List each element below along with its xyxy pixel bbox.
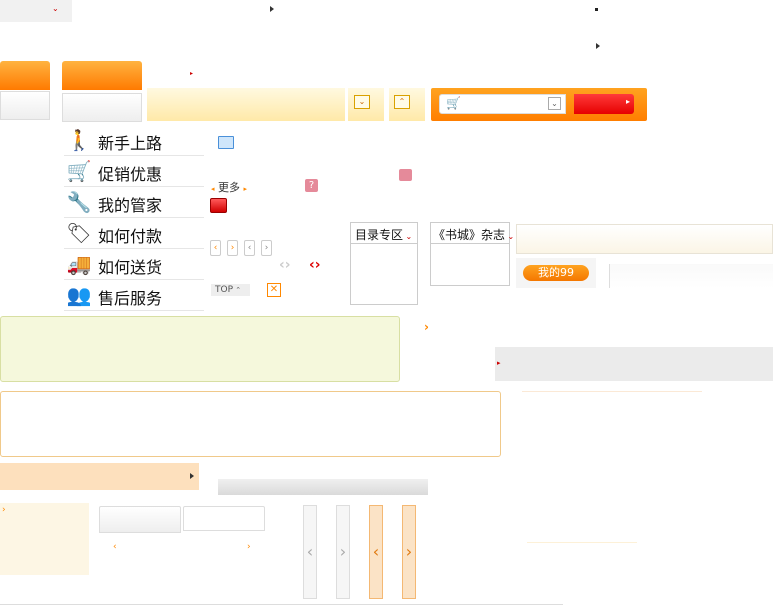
bookstore-dropdown[interactable]: 《书城》杂志 ⌄ — [431, 223, 514, 244]
scroll-left-button-active[interactable]: ‹ — [369, 505, 383, 599]
prev-button-grey[interactable]: ‹ — [244, 240, 255, 256]
category-bar — [147, 88, 345, 121]
next-button[interactable]: › — [227, 240, 238, 256]
content-box — [0, 391, 501, 457]
section-header-bar — [0, 463, 199, 490]
arrow-right-icon: › — [2, 505, 6, 515]
catalog-zone-dropdown[interactable]: 目录专区 ⌄ — [351, 223, 417, 244]
help-menu-label: 新手上路 — [98, 134, 163, 153]
chevron-up-icon: ⌃ — [233, 286, 242, 294]
scroll-left-button[interactable]: ‹ — [303, 505, 317, 599]
chevron-up-icon[interactable]: ⌃ — [394, 95, 410, 109]
monitor-icon[interactable] — [218, 136, 234, 149]
help-menu-label: 如何送货 — [98, 258, 163, 277]
nav-tab-wide[interactable] — [62, 93, 142, 122]
footer-divider — [0, 604, 563, 605]
help-menu-label: 如何付款 — [98, 227, 163, 246]
customer-service-icon: 👥 — [66, 283, 92, 307]
arrow-right-icon: ▸ — [190, 70, 194, 77]
nav-tab-active[interactable] — [0, 61, 50, 90]
chevron-down-icon[interactable]: ⌄ — [354, 95, 370, 109]
divider — [527, 542, 637, 543]
tab[interactable] — [183, 506, 265, 531]
chat-bubble-icon[interactable] — [399, 169, 412, 181]
arrow-right-icon: ▸ — [243, 185, 248, 193]
grey-header-bar — [495, 347, 773, 381]
shopping-cart-icon: 🛒 — [66, 159, 92, 183]
chevron-down-icon: ⌄ — [403, 232, 413, 241]
close-icon[interactable]: ✕ — [267, 283, 281, 297]
more-link[interactable]: ◂ 更多 ▸ — [211, 179, 247, 195]
arrow-right-icon: ▸ — [497, 359, 501, 367]
bullet-icon — [595, 8, 598, 11]
prev-button[interactable]: ‹ — [210, 240, 221, 256]
nav-tab[interactable] — [0, 91, 50, 120]
help-menu-item[interactable]: 🚚 如何送货 — [64, 249, 204, 280]
arrow-right-icon[interactable] — [190, 473, 194, 479]
top-label: TOP — [215, 285, 234, 295]
my99-button[interactable]: 我的99 — [523, 265, 589, 281]
next-button-grey[interactable]: › — [261, 240, 272, 256]
chevron-down-icon[interactable]: ⌄ — [548, 97, 561, 110]
arrow-right-icon: ▸ — [625, 97, 630, 106]
grey-strip — [218, 479, 428, 495]
chevron-down-icon: ⌄ — [52, 4, 59, 13]
help-menu-item[interactable]: 🏷 如何付款 — [64, 218, 204, 249]
info-bar — [516, 224, 773, 254]
bookstore-panel: 《书城》杂志 ⌄ — [430, 222, 514, 286]
side-panel — [0, 503, 89, 575]
arrow-right-icon[interactable]: › — [424, 320, 429, 334]
help-menu-item[interactable]: 🛒 促销优惠 — [64, 156, 204, 187]
double-chevron-grey-icon[interactable]: ‹› — [279, 257, 291, 273]
divider — [522, 391, 702, 392]
help-menu-label: 我的管家 — [98, 196, 163, 215]
wrench-icon: 🔧 — [66, 190, 92, 214]
arrow-right-icon[interactable]: › — [247, 542, 251, 552]
my99-label: 我的99 — [538, 266, 574, 279]
search-input[interactable]: 🛒 ⌄ — [439, 94, 566, 114]
notice-box — [0, 316, 400, 382]
arrow-left-icon[interactable]: ‹ — [113, 542, 117, 552]
back-to-top-button[interactable]: TOP ⌃ — [211, 284, 250, 296]
help-menu-item[interactable]: 👥 售后服务 — [64, 280, 204, 311]
catalog-zone-panel: 目录专区 ⌄ — [350, 222, 418, 305]
walking-person-icon: 🚶 — [66, 128, 92, 152]
help-menu-label: 促销优惠 — [98, 165, 163, 184]
double-chevron-red-icon[interactable]: ‹› — [309, 257, 321, 273]
search-bar: 🛒 ⌄ ▸ — [431, 88, 647, 121]
top-dropdown[interactable]: ⌄ — [0, 0, 72, 22]
help-menu-item[interactable]: 🚶 新手上路 — [64, 125, 204, 156]
bookstore-label: 《书城》杂志 — [433, 228, 506, 242]
input-strip[interactable] — [609, 264, 773, 288]
arrow-right-icon — [270, 6, 274, 12]
arrow-right-icon — [596, 43, 600, 49]
help-menu-item[interactable]: 🔧 我的管家 — [64, 187, 204, 218]
arrow-left-icon: ◂ — [211, 185, 215, 193]
search-button[interactable]: ▸ — [574, 94, 634, 114]
nav-tab-active-wide[interactable] — [62, 61, 142, 90]
help-question-icon[interactable]: ? — [305, 179, 318, 192]
chevron-down-icon: ⌄ — [505, 232, 515, 241]
more-label: 更多 — [218, 181, 241, 194]
tab-active[interactable] — [99, 506, 181, 533]
scroll-right-button[interactable]: › — [336, 505, 350, 599]
delivery-truck-icon: 🚚 — [66, 252, 92, 276]
catalog-zone-label: 目录专区 — [355, 228, 404, 242]
shopping-cart-icon: 🛒 — [446, 96, 461, 110]
price-tag-icon: 🏷 — [66, 221, 92, 245]
scroll-right-button-active[interactable]: › — [402, 505, 416, 599]
red-button[interactable] — [210, 198, 227, 213]
help-menu-label: 售后服务 — [98, 289, 163, 308]
